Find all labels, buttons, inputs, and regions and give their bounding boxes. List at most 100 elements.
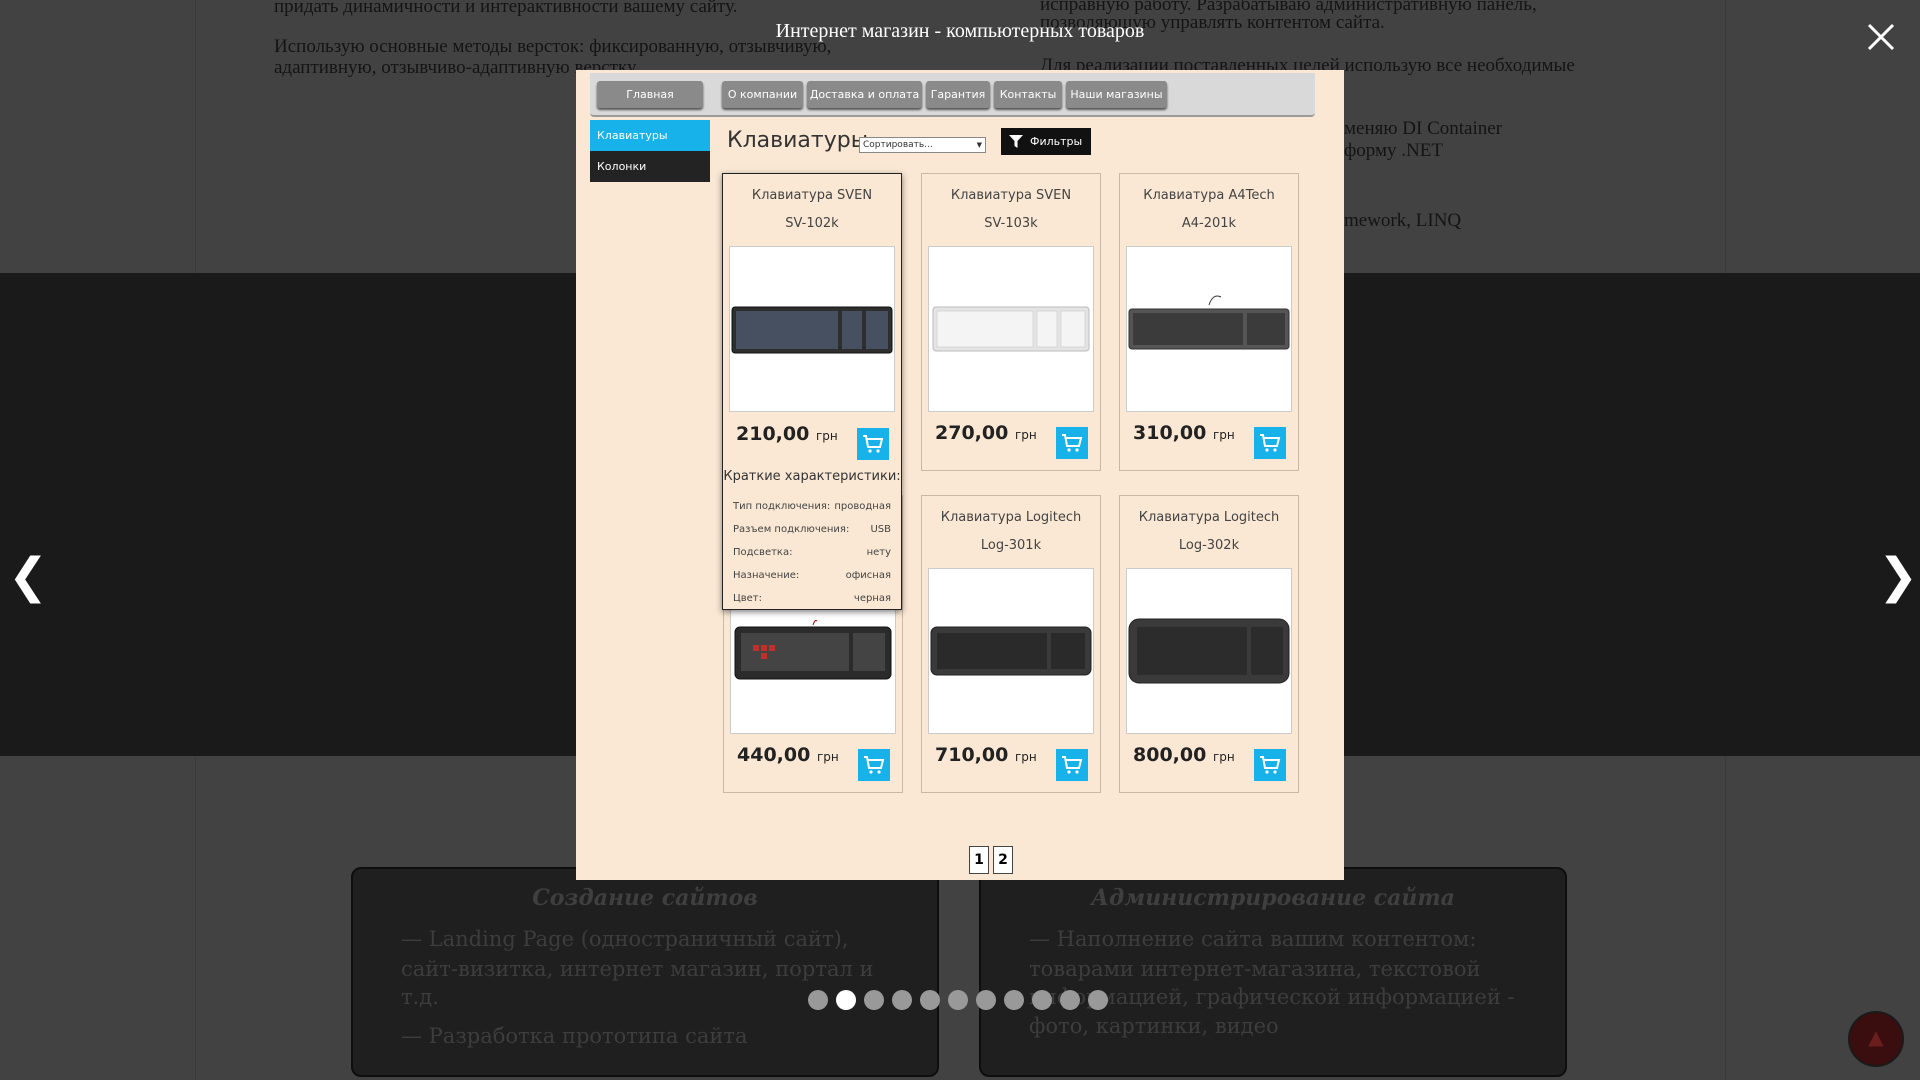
service-card-title: Создание сайтов [532, 885, 758, 911]
lightbox-caption: Интернет магазин - компьютерных товаров [775, 20, 1145, 42]
slide-dot[interactable] [836, 990, 856, 1010]
spec-row: Подсветка: нету [733, 547, 891, 558]
background-text: меняю DI Container [1344, 118, 1503, 139]
slide-dot[interactable] [1032, 990, 1052, 1010]
product-model: Log-302k [1178, 538, 1240, 553]
product-name: Клавиатура SVEN [950, 188, 1072, 203]
cart-icon [864, 756, 885, 774]
category-sidebar: Клавиатуры Колонки [590, 120, 710, 182]
sidebar-item-speakers[interactable]: Колонки [590, 151, 710, 182]
slide-dot[interactable] [1060, 990, 1080, 1010]
product-image[interactable] [928, 246, 1094, 412]
slide-dot[interactable] [948, 990, 968, 1010]
spec-row: Цвет: черная [733, 593, 891, 604]
service-card-site-admin: Администрирование сайта — Наполнение сай… [979, 867, 1567, 1077]
nav-warranty-button[interactable]: Гарантия [926, 81, 990, 108]
slide-dot[interactable] [1088, 990, 1108, 1010]
add-to-cart-button[interactable] [858, 749, 890, 781]
lightbox-image: Главная О компании Доставка и оплата Гар… [576, 70, 1344, 880]
product-card[interactable]: Клавиатура Logitech Log-301k 710,00 грн [921, 495, 1101, 793]
page-1-button[interactable]: 1 [969, 846, 989, 874]
close-icon[interactable] [1866, 22, 1896, 52]
product-model: A4-201k [1181, 216, 1237, 231]
specs-title: Краткие характеристики: [723, 469, 901, 484]
cart-icon [1062, 434, 1083, 452]
product-name: Клавиатура Logitech [940, 510, 1082, 525]
currency-label: грн [815, 429, 838, 443]
slide-dot[interactable] [808, 990, 828, 1010]
spec-row: Назначение: офисная [733, 570, 891, 581]
sidebar-item-keyboards[interactable]: Клавиатуры [590, 120, 710, 151]
product-model: Log-301k [980, 538, 1042, 553]
add-to-cart-button[interactable] [857, 428, 889, 460]
product-card-expanded[interactable]: Клавиатура SVEN SV-102k 210,00 грн Кратк… [722, 173, 902, 610]
product-image[interactable] [729, 246, 895, 412]
spec-row: Тип подключения: проводная [733, 501, 891, 512]
page-2-button[interactable]: 2 [993, 846, 1013, 874]
product-price: 270,00 [935, 422, 1009, 444]
background-text: придать динамичности и интерактивности в… [274, 0, 738, 17]
filter-icon [1009, 135, 1023, 148]
product-image[interactable] [1126, 568, 1292, 734]
add-to-cart-button[interactable] [1254, 427, 1286, 459]
cart-icon [1260, 756, 1281, 774]
sort-select-value: Сортировать... [863, 140, 933, 150]
product-name: Клавиатура Logitech [1138, 510, 1280, 525]
currency-label: грн [1212, 750, 1235, 764]
service-card-text: т.д. [401, 985, 439, 1009]
product-price: 210,00 [736, 423, 810, 445]
currency-label: грн [1014, 750, 1037, 764]
product-card[interactable]: Клавиатура A4Tech A4-201k 310,00 грн [1119, 173, 1299, 471]
service-card-text: фото, картинки, видео [1029, 1014, 1279, 1038]
product-name: Клавиатура SVEN [751, 188, 873, 203]
add-to-cart-button[interactable] [1056, 427, 1088, 459]
background-text: форму .NET [1344, 140, 1443, 161]
product-model: SV-103k [984, 216, 1038, 231]
prev-arrow-icon[interactable]: ❮ [8, 548, 48, 604]
filters-button[interactable]: Фильтры [1001, 128, 1091, 155]
currency-label: грн [1212, 428, 1235, 442]
product-name: Клавиатура A4Tech [1143, 188, 1275, 203]
add-to-cart-button[interactable] [1056, 749, 1088, 781]
product-price: 440,00 [737, 744, 811, 766]
nav-about-button[interactable]: О компании [722, 81, 803, 108]
slide-dot[interactable] [976, 990, 996, 1010]
chevron-down-icon: ▼ [976, 141, 982, 149]
product-card[interactable]: Клавиатура SVEN SV-103k 270,00 грн [921, 173, 1101, 471]
scroll-to-top-button[interactable]: ▲ [1848, 1011, 1904, 1067]
next-arrow-icon[interactable]: ❯ [1878, 548, 1918, 604]
service-card-text: — Наполнение сайта вашим контентом: [1029, 927, 1477, 951]
product-model: SV-102k [785, 216, 839, 231]
service-card-website-creation: Создание сайтов — Landing Page (одностра… [351, 867, 939, 1077]
product-price: 800,00 [1133, 744, 1207, 766]
nav-home-button[interactable]: Главная [597, 81, 703, 108]
nav-delivery-button[interactable]: Доставка и оплата [807, 81, 922, 108]
service-card-text: товарами интернет-магазина, текстовой [1029, 957, 1481, 981]
pagination: 1 2 [969, 846, 1013, 874]
sort-select[interactable]: Сортировать... ▼ [859, 137, 986, 153]
slide-indicators [808, 990, 1108, 1010]
currency-label: грн [816, 750, 839, 764]
service-card-text: — Landing Page (одностраничный сайт), [401, 927, 849, 951]
product-image[interactable] [928, 568, 1094, 734]
spec-row: Разъем подключения: USB [733, 524, 891, 535]
nav-contacts-button[interactable]: Контакты [994, 81, 1062, 108]
cart-icon [1260, 434, 1281, 452]
product-image[interactable] [1126, 246, 1292, 412]
currency-label: грн [1014, 428, 1037, 442]
cart-icon [1062, 756, 1083, 774]
product-card[interactable]: Клавиатура Logitech Log-302k 800,00 грн [1119, 495, 1299, 793]
nav-stores-button[interactable]: Наши магазины [1066, 81, 1167, 108]
service-card-text: — Разработка прототипа сайта [401, 1024, 748, 1048]
slide-dot[interactable] [864, 990, 884, 1010]
slide-dot[interactable] [1004, 990, 1024, 1010]
add-to-cart-button[interactable] [1254, 749, 1286, 781]
divider [195, 756, 196, 1080]
shop-navbar: Главная О компании Доставка и оплата Гар… [590, 73, 1315, 117]
background-text: mework, LINQ [1344, 210, 1462, 231]
slide-dot[interactable] [920, 990, 940, 1010]
product-price: 710,00 [935, 744, 1009, 766]
product-price: 310,00 [1133, 422, 1207, 444]
service-card-title: Администрирование сайта [1091, 885, 1455, 911]
slide-dot[interactable] [892, 990, 912, 1010]
